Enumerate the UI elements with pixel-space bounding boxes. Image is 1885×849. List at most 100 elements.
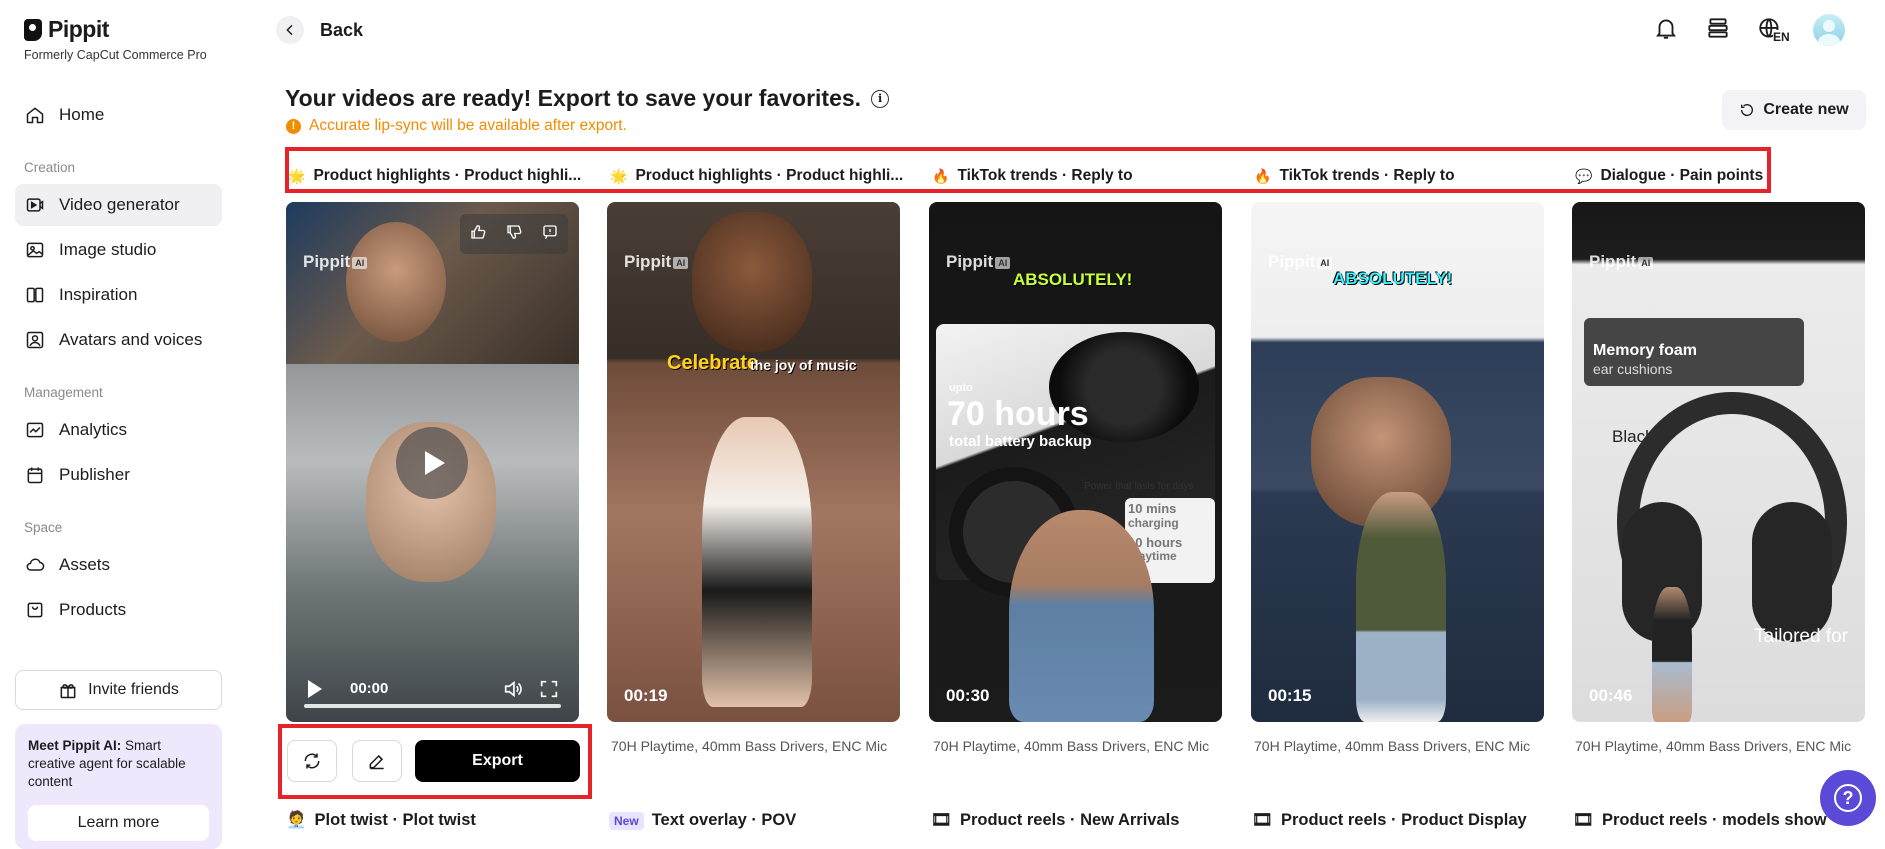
video-duration: 00:46 xyxy=(1589,686,1633,705)
edit-button[interactable] xyxy=(352,740,402,782)
template-tag-label: Plot twist · Plot twist xyxy=(314,811,476,829)
app-subtitle: Formerly CapCut Commerce Pro xyxy=(24,48,207,62)
person-image xyxy=(692,212,812,352)
video-card[interactable]: Pippit AI ABSOLUTELY! 00:15 xyxy=(1251,202,1544,722)
template-tag[interactable]: New Text overlay · POV xyxy=(609,811,796,830)
pippit-watermark: Pippit AI xyxy=(1268,252,1333,272)
spec-big: 70 hours xyxy=(947,395,1089,433)
sidebar-item-avatars-and-voices[interactable]: Avatars and voices xyxy=(15,319,222,361)
template-tag[interactable]: 💬 Dialogue · Pain points xyxy=(1575,167,1763,185)
template-tag[interactable]: 🎞 Product reels · models show xyxy=(1573,811,1827,830)
user-avatar[interactable] xyxy=(1813,14,1845,46)
sidebar-item-label: Home xyxy=(59,105,105,124)
template-tag-label: Text overlay · POV xyxy=(651,811,797,829)
progress-bar[interactable] xyxy=(304,704,561,708)
template-tag-label: Dialogue · Pain points xyxy=(1600,167,1764,184)
film-icon: 🎞 xyxy=(1252,811,1273,829)
sidebar-item-label: Image studio xyxy=(59,240,157,259)
learn-more-button[interactable]: Learn more xyxy=(28,805,209,841)
sidebar: Pippit Formerly CapCut Commerce Pro Home… xyxy=(0,0,237,849)
video-card[interactable]: Pippit AI Celebrate the joy of music 00:1… xyxy=(607,202,900,722)
film-icon: 🎞 xyxy=(931,811,952,829)
gift-icon xyxy=(58,680,78,700)
sidebar-item-video-generator[interactable]: Video generator xyxy=(15,184,222,226)
template-tag-label: Product reels · New Arrivals xyxy=(959,811,1180,829)
thumbs-down-icon[interactable] xyxy=(505,223,523,246)
sidebar-item-inspiration[interactable]: Inspiration xyxy=(15,274,222,316)
page-title: Your videos are ready! Export to save yo… xyxy=(285,85,890,112)
lip-sync-warning: ! Accurate lip-sync will be available af… xyxy=(286,117,627,135)
sidebar-section-management: Management xyxy=(24,385,103,400)
calendar-icon xyxy=(25,465,45,485)
export-button[interactable]: Export xyxy=(415,740,580,782)
new-badge: New xyxy=(609,811,644,830)
video-card[interactable]: Pippit AI 00:00 xyxy=(286,202,579,722)
video-overlay-text: ABSOLUTELY! xyxy=(1333,269,1453,288)
sidebar-item-analytics[interactable]: Analytics xyxy=(15,409,222,451)
fullscreen-icon[interactable] xyxy=(538,678,560,705)
sidebar-item-products[interactable]: Products xyxy=(15,589,222,631)
create-new-button[interactable]: Create new xyxy=(1722,90,1866,130)
feature-cushions: ear cushions xyxy=(1593,361,1673,377)
template-tag[interactable]: 🔥 TikTok trends · Reply to xyxy=(1254,167,1455,185)
language-globe-icon[interactable]: EN xyxy=(1757,16,1790,44)
help-button[interactable]: ? xyxy=(1820,770,1876,826)
video-caption: 70H Playtime, 40mm Bass Drivers, ENC Mic xyxy=(933,738,1210,754)
sidebar-item-label: Video generator xyxy=(59,195,180,214)
video-overlay-text: Celebrate xyxy=(667,352,759,374)
video-overlay-text: ABSOLUTELY! xyxy=(1013,270,1133,289)
refresh-icon xyxy=(1739,102,1755,118)
pippit-logo[interactable]: Pippit xyxy=(24,16,109,43)
card-actions-highlight: Export xyxy=(278,724,592,799)
template-tag-label: Product highlights · Product highli... xyxy=(635,167,904,184)
play-button[interactable] xyxy=(396,427,468,499)
regenerate-button[interactable] xyxy=(287,740,337,782)
info-icon[interactable]: i xyxy=(871,89,890,108)
video-card[interactable]: 10 mins charging 10 hours playtime Pippi… xyxy=(929,202,1222,722)
template-tag-label: TikTok trends · Reply to xyxy=(957,167,1133,184)
template-tag[interactable]: 🔥 TikTok trends · Reply to xyxy=(932,167,1133,185)
top-toolbar: EN xyxy=(1653,14,1845,46)
speech-bubble-icon: 💬 xyxy=(1575,167,1593,184)
sidebar-item-home[interactable]: Home xyxy=(15,94,222,136)
fire-icon: 🔥 xyxy=(1254,167,1272,184)
layers-icon[interactable] xyxy=(1705,15,1731,46)
template-tag[interactable]: 🧑‍💼 Plot twist · Plot twist xyxy=(286,811,476,830)
sidebar-section-creation: Creation xyxy=(24,160,76,175)
back-button[interactable]: Back xyxy=(276,16,363,44)
video-caption: 70H Playtime, 40mm Bass Drivers, ENC Mic xyxy=(1575,738,1852,754)
template-tag[interactable]: 🎞 Product reels · Product Display xyxy=(1252,811,1527,830)
person-image xyxy=(1009,510,1154,722)
sidebar-item-assets[interactable]: Assets xyxy=(15,544,222,586)
sidebar-item-image-studio[interactable]: Image studio xyxy=(15,229,222,271)
sparkle-icon: 🌟 xyxy=(288,167,306,184)
report-icon[interactable] xyxy=(541,223,559,246)
sidebar-item-publisher[interactable]: Publisher xyxy=(15,454,222,496)
notification-bell-icon[interactable] xyxy=(1653,15,1679,46)
promo-title: Meet Pippit AI: xyxy=(28,738,122,753)
template-tag[interactable]: 🌟 Product highlights · Product highli... xyxy=(610,167,903,185)
spec-big-sub: total battery backup xyxy=(949,433,1092,450)
avatar-icon xyxy=(25,330,45,350)
sidebar-item-label: Inspiration xyxy=(59,285,138,304)
sidebar-item-label: Avatars and voices xyxy=(59,330,203,349)
video-duration: 00:15 xyxy=(1268,686,1312,705)
image-icon xyxy=(25,240,45,260)
video-caption: 70H Playtime, 40mm Bass Drivers, ENC Mic xyxy=(611,738,888,754)
create-new-label: Create new xyxy=(1763,101,1849,118)
person-image xyxy=(1356,492,1446,722)
invite-friends-label: Invite friends xyxy=(88,681,179,698)
thumbs-up-icon[interactable] xyxy=(469,223,487,246)
volume-icon[interactable] xyxy=(502,678,524,705)
app-name: Pippit xyxy=(48,16,109,42)
template-tag[interactable]: 🎞 Product reels · New Arrivals xyxy=(931,811,1179,830)
play-icon[interactable] xyxy=(308,680,322,698)
home-icon xyxy=(25,105,45,125)
video-overlay-text: Tailored for xyxy=(1754,626,1848,647)
promo-text: Meet Pippit AI: Smart creative agent for… xyxy=(28,737,209,791)
template-tag-label: Product reels · models show xyxy=(1601,811,1827,829)
template-tag[interactable]: 🌟 Product highlights · Product highli... xyxy=(288,167,581,185)
invite-friends-button[interactable]: Invite friends xyxy=(15,670,222,710)
language-code: EN xyxy=(1773,30,1790,44)
video-card[interactable]: Memory foam ear cushions Black Pippit AI … xyxy=(1572,202,1865,722)
